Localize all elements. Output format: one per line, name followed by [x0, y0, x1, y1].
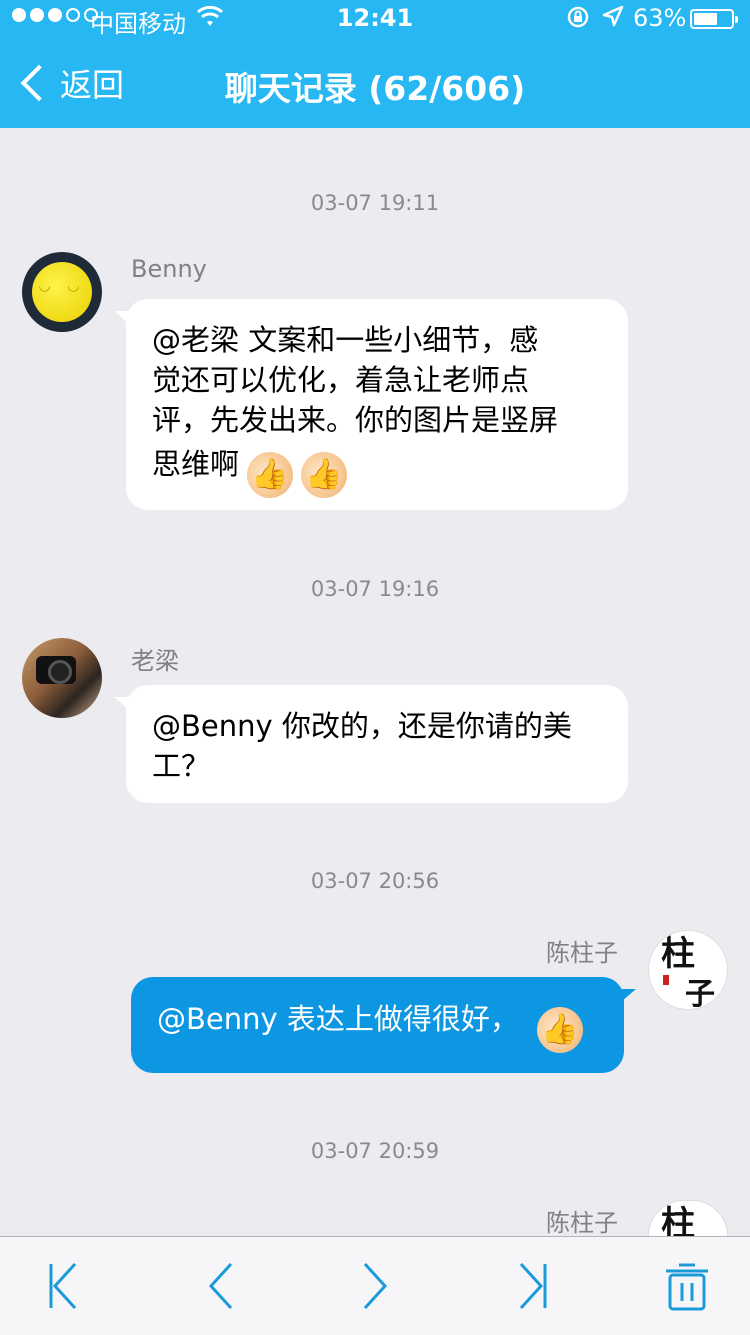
- sender-name: Benny: [131, 255, 207, 283]
- last-page-button[interactable]: [518, 1261, 548, 1311]
- last-page-icon: [519, 1262, 547, 1310]
- rotation-lock-icon: [566, 5, 590, 35]
- message-line: 觉还可以优化，着急让老师点: [152, 363, 530, 397]
- avatar[interactable]: ◡ ◡: [22, 252, 102, 332]
- message-timestamp: 03-07 20:59: [310, 1139, 440, 1163]
- message-line: @Benny 你改的，还是你请的美: [152, 709, 572, 743]
- sender-name: 陈柱子: [546, 1209, 618, 1237]
- message-timestamp: 03-07 20:56: [310, 869, 440, 893]
- previous-page-button[interactable]: [208, 1261, 234, 1311]
- page-title: 聊天记录 (62/606): [224, 69, 526, 108]
- status-bar: 中国移动 12:41 63%: [0, 0, 750, 40]
- message-bubble[interactable]: @Benny 你改的，还是你请的美 工？: [114, 685, 628, 803]
- thumbs-up-icon: 👍: [536, 1007, 583, 1053]
- message-timestamp: 03-07 19:16: [310, 577, 440, 601]
- bottom-toolbar: [0, 1236, 750, 1335]
- delete-button[interactable]: [664, 1263, 710, 1313]
- message-line: @老梁 文案和一些小细节，感: [152, 323, 539, 357]
- navigation-bar: 中国移动 12:41 63% 返回 聊天记录 (62/606): [0, 0, 750, 128]
- previous-page-icon: [208, 1262, 233, 1310]
- avatar[interactable]: 柱子: [648, 930, 728, 1010]
- sender-name: 老梁: [131, 647, 179, 675]
- message-line: 工？: [152, 749, 211, 783]
- avatar[interactable]: 柱: [648, 1200, 728, 1236]
- message-line: 评，先发出来。你的图片是竖屏: [152, 403, 559, 437]
- thumbs-up-icon: 👍: [301, 452, 348, 498]
- first-page-icon: [49, 1262, 77, 1310]
- battery-icon: [690, 9, 738, 29]
- location-arrow-icon: [602, 5, 624, 33]
- message-bubble[interactable]: @Benny 表达上做得很好， 👍: [131, 977, 636, 1073]
- message-line: 思维啊: [152, 447, 240, 481]
- trash-icon: [666, 1263, 708, 1311]
- avatar[interactable]: [22, 638, 102, 718]
- thumbs-up-icon: 👍: [247, 452, 294, 498]
- next-page-icon: [363, 1262, 388, 1310]
- message-line: @Benny 表达上做得很好，: [157, 1002, 519, 1036]
- next-page-button[interactable]: [362, 1261, 388, 1311]
- sender-name: 陈柱子: [546, 939, 618, 967]
- first-page-button[interactable]: [48, 1261, 78, 1311]
- battery-percentage: 63%: [633, 4, 687, 32]
- message-bubble[interactable]: @老梁 文案和一些小细节，感 觉还可以优化，着急让老师点 评，先发出来。你的图片…: [114, 299, 628, 510]
- message-timestamp: 03-07 19:11: [310, 191, 440, 215]
